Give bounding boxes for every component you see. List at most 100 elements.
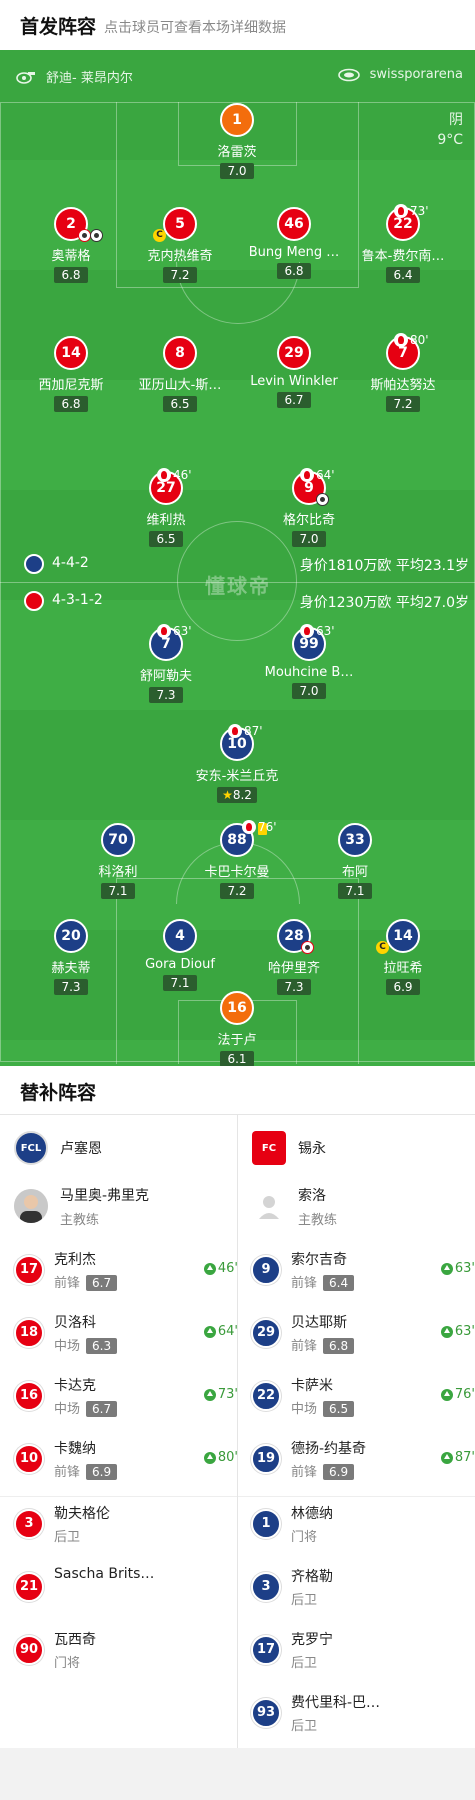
player-number: 5: [175, 216, 185, 232]
player-number: 33: [338, 823, 372, 857]
away-player[interactable]: 88 76' 卡巴卡尔曼 7.2: [182, 820, 292, 899]
home-team-value: 身价1810万欧 平均23.1岁: [299, 558, 469, 574]
sub-player-number: 93: [251, 1698, 281, 1728]
player-number: 28: [284, 928, 304, 944]
left-team-name: 卢塞恩: [60, 1141, 102, 1157]
sub-player-name: 克罗宁: [291, 1632, 333, 1648]
sub-player-row[interactable]: 10 卡魏纳 前锋 6.9 80': [14, 1430, 238, 1493]
left-team-logo-icon: FCL: [14, 1131, 48, 1165]
player-rating: 6.8: [54, 396, 88, 412]
player-name: 布阿: [341, 865, 368, 880]
player-name: 维利热: [146, 513, 186, 528]
player-rating: 7.1: [163, 975, 197, 991]
home-formation-row: 4-4-2 身价1810万欧 平均23.1岁: [0, 550, 475, 578]
sub-player-name: 贝洛科: [54, 1315, 96, 1331]
home-player[interactable]: 46 Bung Meng … 6.8: [239, 207, 349, 279]
sub-player-row[interactable]: 17 克利杰 前锋 6.7 46': [14, 1241, 238, 1304]
ball-icon: [301, 941, 314, 954]
sub-player-row[interactable]: 22 卡萨米 中场 6.5 76': [251, 1367, 475, 1430]
sub-player-number: 16: [14, 1381, 44, 1411]
player-rating: 7.2: [386, 396, 420, 412]
sub-player-row[interactable]: 16 卡达克 中场 6.7 73': [14, 1367, 238, 1430]
sub-player-row[interactable]: 29 贝达耶斯 前锋 6.8 63': [251, 1304, 475, 1367]
away-player[interactable]: 4 Gora Diouf 7.1: [125, 919, 235, 991]
right-team-name: 锡永: [298, 1141, 326, 1157]
sub-player-rating: 6.7: [86, 1401, 118, 1417]
home-player[interactable]: 22 73' 鲁本-费尔南… 6.4: [348, 204, 458, 283]
sub-player-row[interactable]: 3 勒夫格伦 后卫: [14, 1495, 238, 1558]
sub-player-row[interactable]: 18 贝洛科 中场 6.3 64': [14, 1304, 238, 1367]
player-rating: 7.2: [220, 883, 254, 899]
player-number: 29: [277, 336, 311, 370]
away-player[interactable]: 14 C 拉旺希 6.9: [348, 919, 458, 995]
sub-player-number: 17: [251, 1635, 281, 1665]
sub-on-icon: [440, 1451, 453, 1464]
home-player[interactable]: 9 64' 格尔比奇 7.0: [254, 468, 364, 547]
left-team-header[interactable]: FCL 卢塞恩: [14, 1118, 102, 1178]
sub-player-name: 勒夫格伦: [54, 1506, 110, 1522]
whistle-icon: [16, 71, 35, 84]
home-player[interactable]: 2 奥蒂格 6.8: [16, 207, 126, 283]
away-player[interactable]: 7 63' 舒阿勒夫 7.3: [111, 624, 221, 703]
coach-role: 主教练: [60, 1213, 100, 1228]
home-player[interactable]: 29 Levin Winkler 6.7: [239, 336, 349, 408]
sub-player-name: 齐格勒: [291, 1569, 333, 1585]
sub-player-row[interactable]: 21 Sascha Brits…: [14, 1558, 238, 1621]
coach-name: 索洛: [298, 1188, 326, 1204]
player-name: 科洛利: [98, 865, 138, 880]
home-player[interactable]: 27 46' 维利热 6.5: [111, 468, 221, 547]
sub-player-name: 德扬-约基奇: [291, 1441, 367, 1457]
sub-player-position: 前锋: [291, 1276, 318, 1291]
away-player[interactable]: 16 法于卢 6.1: [182, 991, 292, 1067]
player-name: 鲁本-费尔南…: [361, 249, 445, 264]
weather-condition: 阴: [449, 112, 463, 128]
sub-player-name: 费代里科-巴…: [291, 1695, 381, 1711]
sub-player-rating: 6.4: [323, 1275, 355, 1291]
player-number: 20: [54, 919, 88, 953]
sub-player-rating: 6.5: [323, 1401, 355, 1417]
left-coach[interactable]: 马里奥-弗里克 主教练: [14, 1179, 224, 1239]
player-rating: 6.7: [277, 392, 311, 408]
sub-off-tag: 87': [228, 724, 263, 738]
star-icon: ★: [222, 788, 233, 802]
away-player[interactable]: 28 哈伊里齐 7.3: [239, 919, 349, 995]
sub-player-row[interactable]: 9 索尔吉奇 前锋 6.4 63': [251, 1241, 475, 1304]
sub-off-tag: 64': [300, 468, 335, 482]
sub-player-row[interactable]: 17 克罗宁 后卫: [251, 1621, 475, 1684]
sub-player-name: 贝达耶斯: [291, 1315, 347, 1331]
ball-icon: [90, 229, 103, 242]
away-formation: 4-3-1-2: [52, 592, 103, 608]
home-player[interactable]: 1 洛雷茨 7.0: [182, 103, 292, 179]
sub-player-number: 17: [14, 1255, 44, 1285]
right-team-header[interactable]: FC 锡永: [252, 1118, 326, 1178]
sub-player-position: 后卫: [291, 1593, 318, 1608]
away-formation-row: 4-3-1-2 身价1230万欧 平均27.0岁: [0, 587, 475, 615]
home-player[interactable]: 7 80' 斯帕达努达 7.2: [348, 333, 458, 412]
sub-player-row[interactable]: 90 瓦西奇 门将: [14, 1621, 238, 1684]
sub-on-icon: [440, 1388, 453, 1401]
away-player[interactable]: 20 赫夫蒂 7.3: [16, 919, 126, 995]
sub-off-tag: 80': [394, 333, 429, 347]
sub-player-number: 3: [251, 1572, 281, 1602]
player-number: 8: [163, 336, 197, 370]
home-player[interactable]: 8 亚历山大-斯… 6.5: [125, 336, 235, 412]
right-coach[interactable]: 索洛 主教练: [252, 1179, 462, 1239]
sub-on-minute: 46': [217, 1261, 238, 1276]
sub-player-position: 前锋: [54, 1276, 81, 1291]
sub-player-row[interactable]: 1 林德纳 门将: [251, 1495, 475, 1558]
away-player[interactable]: 33 布阿 7.1: [300, 823, 410, 899]
sub-player-row[interactable]: 3 齐格勒 后卫: [251, 1558, 475, 1621]
away-player[interactable]: 99 63' Mouhcine B… 7.0: [254, 624, 364, 699]
away-player[interactable]: 10 87' 安东-米兰丘克 ★8.2: [182, 724, 292, 803]
home-player[interactable]: 5 C 克内热维奇 7.2: [125, 207, 235, 283]
sub-player-number: 18: [14, 1318, 44, 1348]
sub-player-number: 21: [14, 1572, 44, 1602]
sub-player-row[interactable]: 93 费代里科-巴… 后卫: [251, 1684, 475, 1747]
sub-player-row[interactable]: 19 德扬-约基奇 前锋 6.9 87': [251, 1430, 475, 1493]
sub-off-icon: [228, 724, 242, 738]
player-name: 赫夫蒂: [51, 961, 91, 976]
home-player[interactable]: 14 西加尼克斯 6.8: [16, 336, 126, 412]
sub-player-position: 后卫: [54, 1530, 81, 1545]
away-player[interactable]: 70 科洛利 7.1: [63, 823, 173, 899]
sub-off-icon: [157, 468, 171, 482]
